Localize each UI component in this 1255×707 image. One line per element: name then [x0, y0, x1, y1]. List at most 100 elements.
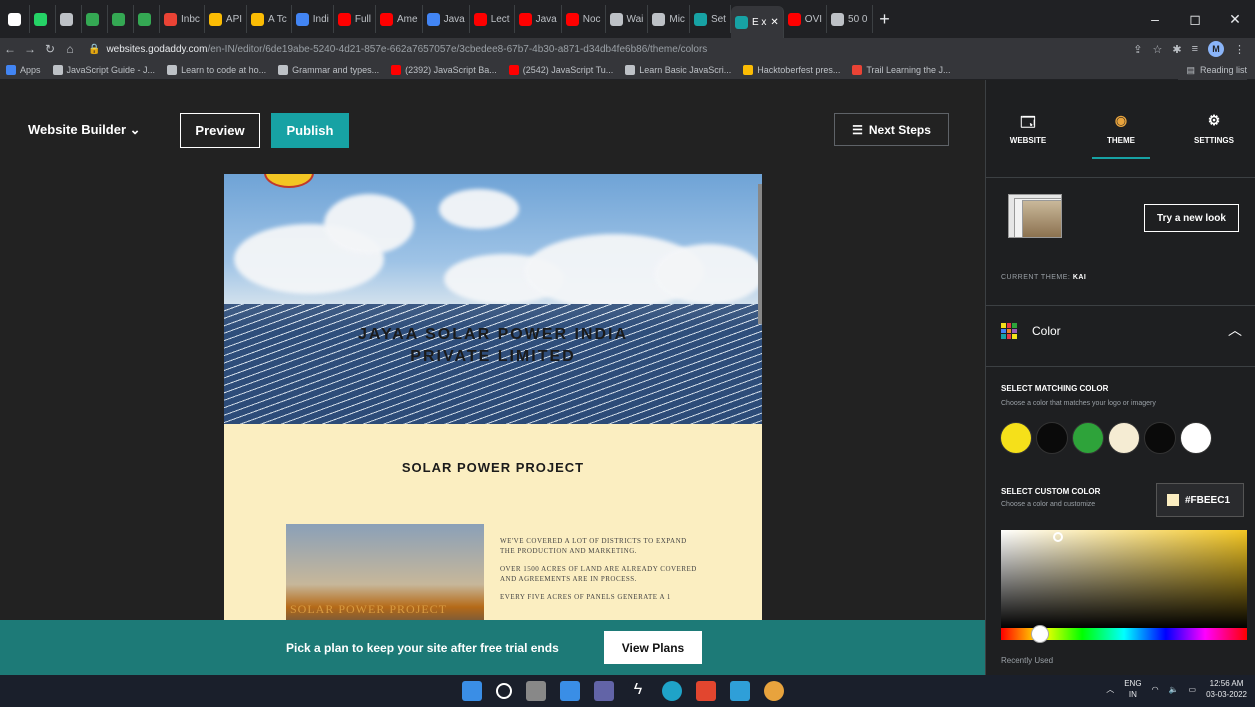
browser-tab[interactable] — [56, 5, 82, 33]
office-icon[interactable] — [696, 681, 716, 701]
color-swatch[interactable] — [1108, 422, 1140, 454]
browser-tab[interactable]: Java — [515, 5, 562, 33]
hue-slider-handle[interactable] — [1031, 625, 1049, 643]
bookmark-item[interactable]: Apps — [6, 64, 41, 75]
tab-favicon-icon — [337, 12, 351, 26]
bookmark-item[interactable]: (2392) JavaScript Ba... — [391, 64, 497, 75]
preview-scrollbar[interactable] — [758, 184, 762, 324]
bookmark-item[interactable]: Learn Basic JavaScri... — [625, 64, 731, 75]
browser-tab[interactable] — [30, 5, 56, 33]
picker-handle[interactable] — [1053, 532, 1063, 542]
color-swatch[interactable] — [1180, 422, 1212, 454]
browser-tab[interactable] — [108, 5, 134, 33]
bookmark-item[interactable]: JavaScript Guide - J... — [52, 64, 155, 75]
browser-tab[interactable] — [4, 5, 30, 33]
publish-button[interactable]: Publish — [271, 113, 349, 148]
browser-tab[interactable]: Java — [423, 5, 470, 33]
next-steps-button[interactable]: ☰ Next Steps — [834, 113, 949, 146]
file-explorer-icon[interactable] — [560, 681, 580, 701]
color-swatch[interactable] — [1144, 422, 1176, 454]
browser-tab[interactable]: Inbc — [160, 5, 205, 33]
profile-avatar[interactable]: M — [1208, 41, 1224, 57]
color-swatch[interactable] — [1036, 422, 1068, 454]
back-icon[interactable]: ← — [0, 42, 20, 56]
edge-icon[interactable] — [662, 681, 682, 701]
edge-beta-icon[interactable] — [730, 681, 750, 701]
share-icon[interactable]: ⇪ — [1133, 43, 1142, 56]
url-field[interactable]: 🔒 websites.godaddy.com/en-IN/editor/6de1… — [88, 40, 1133, 58]
reading-list-icon: ▤ — [1186, 64, 1195, 75]
chrome-icon[interactable] — [764, 681, 784, 701]
tab-favicon-icon — [34, 12, 47, 26]
browser-tab[interactable]: Noc — [562, 5, 606, 33]
menu-icon[interactable]: ⋮ — [1234, 43, 1245, 56]
bookmark-item[interactable]: Hacktoberfest pres... — [743, 64, 840, 75]
star-icon[interactable]: ☆ — [1152, 43, 1162, 56]
browser-tab[interactable]: Wai — [606, 5, 649, 33]
browser-tab[interactable]: Indi — [292, 5, 334, 33]
project-description: WE'VE COVERED A LOT OF DISTRICTS TO EXPA… — [500, 536, 700, 610]
store-icon[interactable]: ϟ — [628, 681, 648, 701]
tab-settings[interactable]: ⚙ SETTINGS — [1179, 112, 1249, 145]
tab-theme[interactable]: ◉ THEME — [1086, 112, 1156, 159]
browser-tab[interactable]: Set — [690, 5, 731, 33]
task-view-icon[interactable] — [526, 681, 546, 701]
reading-list-label: Reading list — [1199, 65, 1247, 75]
browser-tab[interactable]: OVI — [784, 5, 828, 33]
language-indicator[interactable]: ENG IN — [1124, 678, 1141, 700]
minimize-button[interactable]: – — [1135, 11, 1175, 27]
clock-date: 03-03-2022 — [1206, 690, 1247, 699]
browser-tab[interactable] — [134, 5, 160, 33]
bookmark-label: (2392) JavaScript Ba... — [405, 64, 497, 75]
search-icon[interactable] — [496, 683, 512, 699]
try-new-look-button[interactable]: Try a new look — [1144, 204, 1239, 232]
home-icon[interactable]: ⌂ — [60, 42, 80, 56]
volume-icon[interactable]: 🔈 — [1169, 685, 1179, 694]
website-builder-menu[interactable]: Website Builder ⌄ — [28, 122, 141, 138]
clock[interactable]: 12:56 AM 03-03-2022 — [1206, 678, 1247, 700]
hue-slider[interactable] — [1001, 625, 1247, 643]
hero-section[interactable]: JAYAA SOLAR POWER INDIA PRIVATE LIMITED — [224, 174, 762, 424]
reload-icon[interactable]: ↻ — [40, 42, 60, 56]
maximize-button[interactable]: ◻ — [1175, 11, 1215, 28]
reading-list-button[interactable]: ▤ Reading list — [1178, 60, 1247, 80]
chevron-up-icon[interactable]: ︿ — [1106, 684, 1114, 695]
battery-icon[interactable]: ▭ — [1189, 685, 1197, 694]
tab-website[interactable]: 🗔 WEBSITE — [993, 112, 1063, 145]
theme-thumbnail[interactable] — [1004, 190, 1068, 244]
tab-favicon-icon — [565, 12, 579, 26]
color-swatch[interactable] — [1072, 422, 1104, 454]
windows-start-icon[interactable] — [462, 681, 482, 701]
view-plans-button[interactable]: View Plans — [604, 631, 702, 664]
bookmark-item[interactable]: Trail Learning the J... — [852, 64, 951, 75]
saturation-picker[interactable] — [1001, 530, 1247, 628]
tab-favicon-icon — [251, 12, 265, 26]
bookmark-item[interactable]: Learn to code at ho... — [167, 64, 266, 75]
browser-tab[interactable]: Full — [334, 5, 376, 33]
browser-tab[interactable]: A Tc — [247, 5, 292, 33]
browser-tab[interactable]: Ame — [376, 5, 423, 33]
color-section-header[interactable]: Color ︿ — [986, 305, 1255, 367]
tab-favicon-icon — [112, 12, 125, 26]
bookmark-item[interactable]: Grammar and types... — [278, 64, 379, 75]
extensions-icon[interactable]: ✱ — [1172, 43, 1181, 56]
browser-tab[interactable]: E x ✕ — [730, 6, 784, 38]
teams-icon[interactable] — [594, 681, 614, 701]
preview-button[interactable]: Preview — [180, 113, 260, 148]
site-preview[interactable]: JAYAA SOLAR POWER INDIA PRIVATE LIMITED … — [224, 174, 762, 675]
close-window-button[interactable]: ✕ — [1215, 11, 1255, 28]
browser-tab[interactable]: Lect — [470, 5, 515, 33]
new-tab-button[interactable]: + — [873, 9, 897, 30]
browser-tab[interactable]: API — [205, 5, 248, 33]
browser-tab[interactable] — [82, 5, 108, 33]
browser-tab[interactable]: 50 0 — [827, 5, 873, 33]
chevron-up-icon[interactable]: ︿ — [1228, 320, 1242, 340]
wifi-icon[interactable]: ◠ — [1152, 685, 1159, 694]
hex-color-input[interactable]: #FBEEC1 — [1156, 483, 1244, 517]
bookmark-item[interactable]: (2542) JavaScript Tu... — [508, 64, 613, 75]
browser-tab[interactable]: Mic — [648, 5, 690, 33]
color-swatch[interactable] — [1000, 422, 1032, 454]
tab-close-icon[interactable]: ✕ — [770, 17, 778, 28]
forward-icon[interactable]: → — [20, 42, 40, 56]
tab-list-icon[interactable]: ≡ — [1192, 43, 1198, 55]
